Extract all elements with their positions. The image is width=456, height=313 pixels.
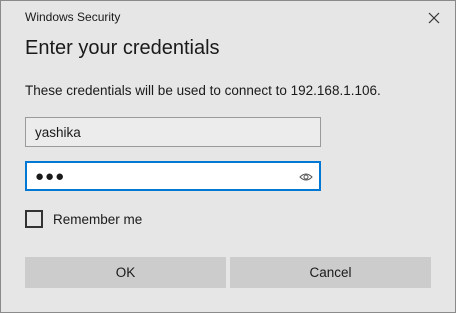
dialog-heading: Enter your credentials	[25, 37, 220, 59]
remember-me-checkbox[interactable]	[25, 210, 43, 228]
username-field[interactable]: yashika	[25, 117, 321, 147]
ok-button[interactable]: OK	[25, 257, 226, 288]
credentials-dialog: Windows Security Enter your credentials …	[0, 0, 456, 313]
window-title: Windows Security	[25, 10, 121, 24]
close-icon	[428, 12, 440, 24]
username-value: yashika	[35, 124, 81, 140]
remember-me-label: Remember me	[53, 211, 143, 227]
password-value: ●●●	[35, 167, 66, 185]
remember-me-row[interactable]: Remember me	[25, 210, 142, 228]
password-field[interactable]: ●●●	[25, 161, 321, 191]
close-button[interactable]	[425, 9, 443, 27]
dialog-message: These credentials will be used to connec…	[25, 83, 381, 98]
eye-icon[interactable]	[299, 171, 313, 183]
cancel-button[interactable]: Cancel	[230, 257, 431, 288]
